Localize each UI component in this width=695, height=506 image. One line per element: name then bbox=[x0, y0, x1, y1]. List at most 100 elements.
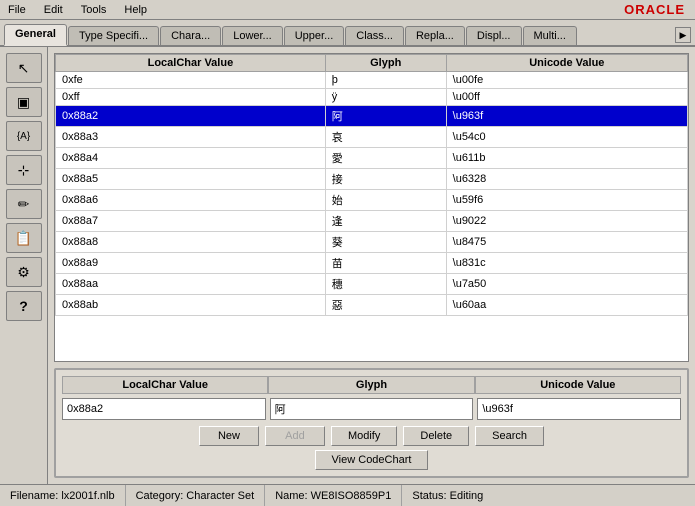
view-codechart-button[interactable]: View CodeChart bbox=[315, 450, 429, 470]
tab-scroll: ▶ bbox=[675, 27, 691, 45]
table-row[interactable]: 0x88a5接\u6328 bbox=[56, 169, 688, 190]
table-row[interactable]: 0x88aa穗\u7a50 bbox=[56, 274, 688, 295]
cell-unicode: \u9022 bbox=[446, 211, 687, 232]
paint-icon[interactable]: ✏ bbox=[6, 189, 42, 219]
app-window: File Edit Tools Help ORACLE General Type… bbox=[0, 0, 695, 506]
table-row[interactable]: 0x88a4愛\u611b bbox=[56, 148, 688, 169]
view-codechart-row: View CodeChart bbox=[62, 450, 681, 470]
edit-col-unicode: Unicode Value bbox=[475, 376, 681, 394]
edit-panel: LocalChar Value Glyph Unicode Value New … bbox=[54, 368, 689, 478]
content-panel: LocalChar Value Glyph Unicode Value 0xfe… bbox=[48, 47, 695, 484]
tab-repla[interactable]: Repla... bbox=[405, 26, 465, 45]
table-row[interactable]: 0x88a2阿\u963f bbox=[56, 106, 688, 127]
delete-button[interactable]: Delete bbox=[403, 426, 469, 446]
tab-bar: General Type Specifi... Chara... Lower..… bbox=[0, 20, 695, 47]
cell-glyph: ÿ bbox=[325, 89, 446, 106]
cell-glyph: 始 bbox=[325, 190, 446, 211]
cell-glyph: 穗 bbox=[325, 274, 446, 295]
action-buttons: New Add Modify Delete Search bbox=[62, 426, 681, 446]
cell-unicode: \u00ff bbox=[446, 89, 687, 106]
menu-file[interactable]: File bbox=[4, 3, 30, 17]
status-filename: Filename: lx2001f.nlb bbox=[0, 485, 126, 506]
main-area: ↖ ▣ {A} ⊹ ✏ 📋 ⚙ ? LocalChar Value Glyph bbox=[0, 47, 695, 484]
table-row[interactable]: 0x88ab惡\u60aa bbox=[56, 295, 688, 316]
add-button[interactable]: Add bbox=[265, 426, 325, 446]
cell-localchar: 0x88aa bbox=[56, 274, 326, 295]
cell-localchar: 0x88a7 bbox=[56, 211, 326, 232]
edit-glyph-input[interactable] bbox=[270, 398, 474, 420]
menu-help[interactable]: Help bbox=[120, 3, 151, 17]
cell-glyph: 苗 bbox=[325, 253, 446, 274]
cell-unicode: \u59f6 bbox=[446, 190, 687, 211]
cell-localchar: 0x88a6 bbox=[56, 190, 326, 211]
menu-edit[interactable]: Edit bbox=[40, 3, 67, 17]
search-button[interactable]: Search bbox=[475, 426, 544, 446]
cell-glyph: 惡 bbox=[325, 295, 446, 316]
cell-unicode: \u611b bbox=[446, 148, 687, 169]
tab-type-specifi[interactable]: Type Specifi... bbox=[68, 26, 159, 45]
menu-tools[interactable]: Tools bbox=[77, 3, 111, 17]
table-row[interactable]: 0xffÿ\u00ff bbox=[56, 89, 688, 106]
select-icon[interactable]: ▣ bbox=[6, 87, 42, 117]
cell-localchar: 0x88a5 bbox=[56, 169, 326, 190]
menu-bar: File Edit Tools Help ORACLE bbox=[0, 0, 695, 20]
edit-unicode-input[interactable] bbox=[477, 398, 681, 420]
cell-unicode: \u6328 bbox=[446, 169, 687, 190]
cell-glyph: 逢 bbox=[325, 211, 446, 232]
tab-class[interactable]: Class... bbox=[345, 26, 404, 45]
cell-glyph: þ bbox=[325, 72, 446, 89]
tab-multi[interactable]: Multi... bbox=[523, 26, 577, 45]
table-scroll[interactable]: LocalChar Value Glyph Unicode Value 0xfe… bbox=[55, 54, 688, 361]
cell-unicode: \u00fe bbox=[446, 72, 687, 89]
sidebar: ↖ ▣ {A} ⊹ ✏ 📋 ⚙ ? bbox=[0, 47, 48, 484]
table-row[interactable]: 0x88a9苗\u831c bbox=[56, 253, 688, 274]
table-row[interactable]: 0xfeþ\u00fe bbox=[56, 72, 688, 89]
cell-localchar: 0x88a2 bbox=[56, 106, 326, 127]
tab-general[interactable]: General bbox=[4, 24, 67, 46]
cell-unicode: \u831c bbox=[446, 253, 687, 274]
status-bar: Filename: lx2001f.nlb Category: Characte… bbox=[0, 484, 695, 506]
tab-displ[interactable]: Displ... bbox=[466, 26, 522, 45]
cell-localchar: 0xff bbox=[56, 89, 326, 106]
cell-glyph: 哀 bbox=[325, 127, 446, 148]
cell-localchar: 0x88a9 bbox=[56, 253, 326, 274]
cell-unicode: \u8475 bbox=[446, 232, 687, 253]
cell-unicode: \u963f bbox=[446, 106, 687, 127]
tab-chara[interactable]: Chara... bbox=[160, 26, 221, 45]
cell-glyph: 葵 bbox=[325, 232, 446, 253]
settings-icon[interactable]: ⚙ bbox=[6, 257, 42, 287]
status-editing: Status: Editing bbox=[402, 485, 493, 506]
tab-lower[interactable]: Lower... bbox=[222, 26, 283, 45]
help-icon[interactable]: ? bbox=[6, 291, 42, 321]
status-category: Category: Character Set bbox=[126, 485, 266, 506]
edit-col-glyph: Glyph bbox=[268, 376, 474, 394]
node-icon[interactable]: ⊹ bbox=[6, 155, 42, 185]
table-row[interactable]: 0x88a8葵\u8475 bbox=[56, 232, 688, 253]
menu-items: File Edit Tools Help bbox=[4, 3, 151, 17]
cell-unicode: \u54c0 bbox=[446, 127, 687, 148]
table-row[interactable]: 0x88a7逢\u9022 bbox=[56, 211, 688, 232]
cell-localchar: 0x88ab bbox=[56, 295, 326, 316]
table-row[interactable]: 0x88a6始\u59f6 bbox=[56, 190, 688, 211]
cell-glyph: 接 bbox=[325, 169, 446, 190]
tab-scroll-btn[interactable]: ▶ bbox=[675, 27, 691, 43]
bracket-icon[interactable]: {A} bbox=[6, 121, 42, 151]
status-name: Name: WE8ISO8859P1 bbox=[265, 485, 402, 506]
modify-button[interactable]: Modify bbox=[331, 426, 397, 446]
col-header-glyph: Glyph bbox=[325, 55, 446, 72]
new-button[interactable]: New bbox=[199, 426, 259, 446]
document-icon[interactable]: 📋 bbox=[6, 223, 42, 253]
cell-glyph: 愛 bbox=[325, 148, 446, 169]
cell-localchar: 0x88a3 bbox=[56, 127, 326, 148]
col-header-unicode: Unicode Value bbox=[446, 55, 687, 72]
tab-upper[interactable]: Upper... bbox=[284, 26, 345, 45]
edit-localchar-input[interactable] bbox=[62, 398, 266, 420]
edit-headers: LocalChar Value Glyph Unicode Value bbox=[62, 376, 681, 394]
cell-localchar: 0x88a8 bbox=[56, 232, 326, 253]
cell-unicode: \u7a50 bbox=[446, 274, 687, 295]
table-row[interactable]: 0x88a3哀\u54c0 bbox=[56, 127, 688, 148]
edit-inputs bbox=[62, 398, 681, 420]
data-table: LocalChar Value Glyph Unicode Value 0xfe… bbox=[54, 53, 689, 362]
cursor-icon[interactable]: ↖ bbox=[6, 53, 42, 83]
oracle-logo: ORACLE bbox=[624, 2, 691, 17]
